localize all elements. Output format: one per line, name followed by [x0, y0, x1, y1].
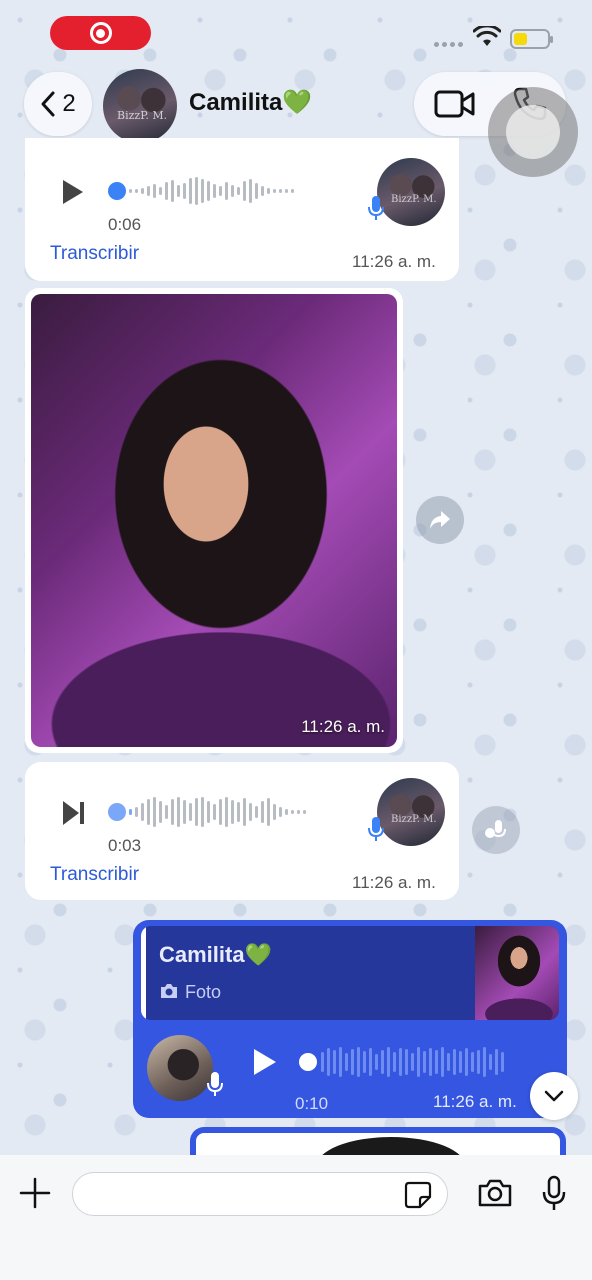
waveform[interactable]: [129, 792, 306, 832]
transcribe-link[interactable]: Transcribir: [50, 864, 139, 886]
message-time: 11:26 a. m.: [301, 717, 385, 736]
voice-message-bubble[interactable]: 0:06 Transcribir 11:26 a. m. BizzP. M.: [25, 138, 459, 281]
video-call-icon[interactable]: [434, 88, 476, 120]
screen-record-indicator[interactable]: [50, 16, 151, 50]
mic-forward-icon: [485, 820, 506, 838]
sender-avatar: BizzP. M.: [377, 778, 445, 846]
message-time: 11:26 a. m.: [352, 873, 436, 892]
playback-knob[interactable]: [108, 182, 126, 200]
voice-duration: 0:10: [295, 1094, 329, 1113]
sender-avatar: BizzP. M.: [377, 158, 445, 226]
message-input[interactable]: [72, 1172, 448, 1216]
contact-avatar[interactable]: BizzP. M.: [103, 69, 177, 143]
message-time: 11:26 a. m.: [433, 1092, 517, 1111]
photo-image[interactable]: 11:26 a. m.: [31, 294, 397, 747]
forward-voice-button[interactable]: [472, 806, 520, 854]
touch-indicator: [488, 87, 578, 177]
mic-icon: [368, 196, 384, 220]
transcribe-link[interactable]: Transcribir: [50, 243, 139, 265]
quote-thumbnail: [475, 926, 559, 1020]
play-icon[interactable]: [251, 1047, 279, 1077]
my-avatar: [147, 1035, 213, 1101]
camera-icon[interactable]: [477, 1178, 513, 1208]
forward-button[interactable]: [416, 496, 464, 544]
mic-icon: [207, 1072, 223, 1096]
play-icon[interactable]: [61, 178, 85, 206]
camera-icon: [161, 984, 177, 998]
scroll-down-button[interactable]: [530, 1072, 578, 1120]
quote-sender: Camilita💚: [159, 942, 272, 967]
wifi-icon: [473, 26, 501, 46]
contact-name[interactable]: Camilita💚: [189, 88, 312, 117]
chevron-down-icon: [544, 1090, 564, 1102]
forward-icon: [430, 511, 450, 529]
voice-message-bubble[interactable]: 0:03 Transcribir 11:26 a. m. BizzP. M.: [25, 762, 459, 900]
photo-message-bubble[interactable]: 11:26 a. m.: [25, 288, 403, 753]
screen-record-icon: [89, 22, 112, 44]
voice-duration: 0:06: [108, 215, 142, 234]
play-pause-icon[interactable]: [61, 799, 87, 827]
outgoing-voice-bubble[interactable]: Camilita💚 Foto 0:10 11:26 a. m.: [133, 920, 567, 1118]
avatar-watermark: BizzP. M.: [391, 814, 437, 825]
avatar-watermark: BizzP. M.: [391, 194, 437, 205]
unread-count: 2: [62, 90, 76, 117]
chevron-left-icon: [41, 91, 55, 117]
playback-knob[interactable]: [108, 803, 126, 821]
waveform[interactable]: [129, 171, 294, 211]
back-button[interactable]: 2: [24, 72, 92, 136]
playback-knob[interactable]: [299, 1053, 317, 1071]
signal-icon: [434, 42, 463, 47]
plus-icon[interactable]: [18, 1176, 52, 1210]
quoted-message[interactable]: Camilita💚 Foto: [141, 926, 559, 1020]
status-bar: [0, 0, 592, 62]
sticker-icon[interactable]: [403, 1180, 433, 1210]
quote-bar: [141, 926, 146, 1020]
quote-type: Foto: [185, 982, 222, 1002]
message-time: 11:26 a. m.: [352, 252, 436, 271]
avatar-watermark: BizzP. M.: [117, 109, 168, 122]
mic-icon: [368, 817, 384, 841]
mic-icon[interactable]: [541, 1175, 567, 1213]
voice-duration: 0:03: [108, 836, 142, 855]
battery-icon: [510, 29, 553, 49]
waveform[interactable]: [321, 1042, 504, 1082]
